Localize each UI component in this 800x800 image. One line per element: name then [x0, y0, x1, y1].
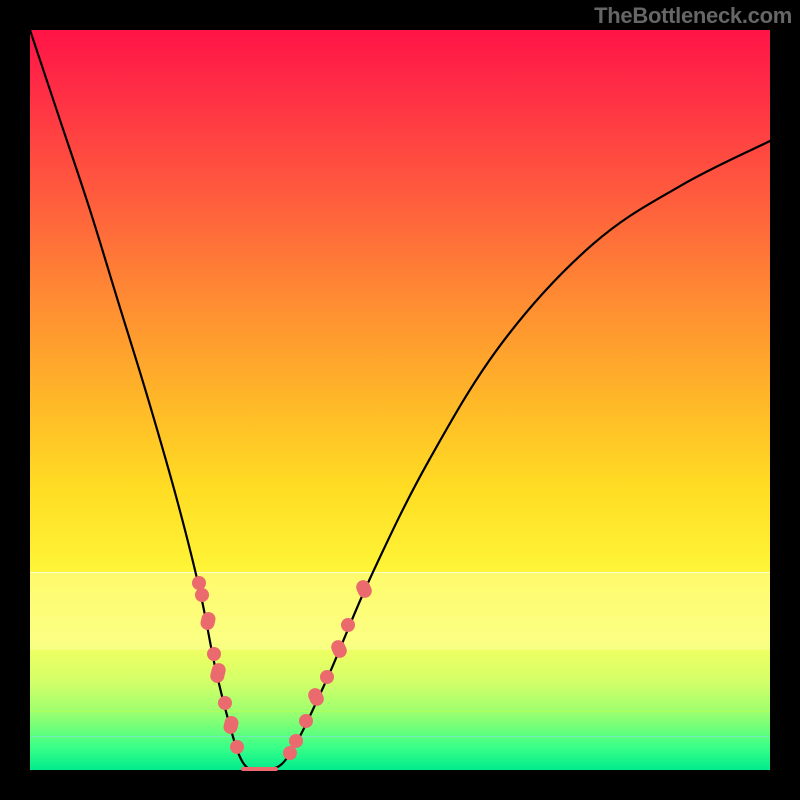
min-flat-segment — [241, 767, 278, 771]
bottleneck-curve — [30, 30, 770, 772]
plot-area — [30, 30, 770, 770]
bottleneck-curve-path — [30, 30, 770, 772]
curve-svg — [30, 30, 770, 770]
highlight-dot — [218, 696, 232, 710]
highlight-dot — [195, 588, 209, 602]
watermark-text: TheBottleneck.com — [594, 3, 792, 29]
highlight-dot — [207, 647, 221, 661]
